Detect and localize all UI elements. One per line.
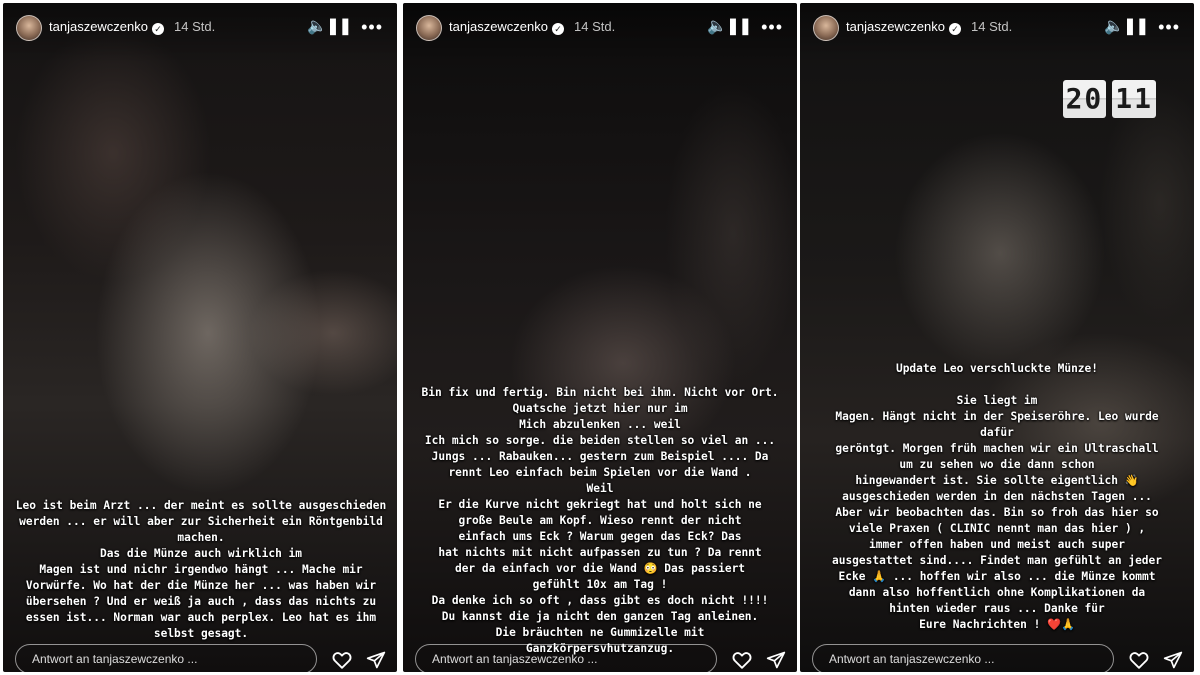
- flip-clock-sticker: 20 11: [1062, 80, 1156, 118]
- story-panel-3[interactable]: tanjaszewczenko ✓ 14 Std. 🔈 ❚❚ ••• 20 11 U…: [800, 3, 1194, 672]
- username[interactable]: tanjaszewczenko: [49, 19, 148, 34]
- sound-icon[interactable]: 🔈: [307, 17, 327, 37]
- sound-icon[interactable]: 🔈: [1104, 17, 1124, 37]
- story-user-line: tanjaszewczenko ✓ 14 Std.: [449, 19, 615, 35]
- post-time: 14 Std.: [174, 19, 216, 34]
- more-icon[interactable]: •••: [361, 17, 383, 37]
- send-icon[interactable]: [366, 650, 386, 670]
- sound-icon[interactable]: 🔈: [707, 17, 727, 37]
- story-header: tanjaszewczenko ✓ 14 Std. 🔈 ❚❚ •••: [3, 11, 397, 43]
- verified-badge-icon: ✓: [552, 23, 564, 35]
- more-icon[interactable]: •••: [1158, 17, 1180, 37]
- avatar[interactable]: [416, 15, 442, 41]
- username[interactable]: tanjaszewczenko: [449, 19, 548, 34]
- clock-hours: 20: [1062, 80, 1107, 118]
- pause-icon[interactable]: ❚❚: [1123, 17, 1149, 37]
- story-text-overlay: Bin fix und fertig. Bin nicht bei ihm. N…: [421, 386, 779, 655]
- post-time: 14 Std.: [971, 19, 1013, 34]
- avatar[interactable]: [813, 15, 839, 41]
- story-text-overlay: Update Leo verschluckte Münze! Sie liegt…: [831, 362, 1163, 631]
- reply-input[interactable]: Antwort an tanjaszewczenko ...: [15, 644, 317, 672]
- pause-icon[interactable]: ❚❚: [726, 17, 752, 37]
- username[interactable]: tanjaszewczenko: [846, 19, 945, 34]
- send-icon[interactable]: [766, 650, 786, 670]
- story-user-line: tanjaszewczenko ✓ 14 Std.: [846, 19, 1012, 35]
- story-user-line: tanjaszewczenko ✓ 14 Std.: [49, 19, 215, 35]
- story-header: tanjaszewczenko ✓ 14 Std. 🔈 ❚❚ •••: [800, 11, 1194, 43]
- story-header: tanjaszewczenko ✓ 14 Std. 🔈 ❚❚ •••: [403, 11, 797, 43]
- heart-icon[interactable]: [331, 649, 353, 671]
- heart-icon[interactable]: [1128, 649, 1150, 671]
- story-panel-2[interactable]: tanjaszewczenko ✓ 14 Std. 🔈 ❚❚ ••• Bin fix…: [403, 3, 797, 672]
- verified-badge-icon: ✓: [949, 23, 961, 35]
- post-time: 14 Std.: [574, 19, 616, 34]
- more-icon[interactable]: •••: [761, 17, 783, 37]
- clock-minutes: 11: [1112, 80, 1156, 118]
- verified-badge-icon: ✓: [152, 23, 164, 35]
- send-icon[interactable]: [1163, 650, 1183, 670]
- story-panel-1[interactable]: tanjaszewczenko ✓ 14 Std. 🔈 ❚❚ ••• Leo ist…: [3, 3, 397, 672]
- story-text-overlay: Leo ist beim Arzt ... der meint es sollt…: [15, 499, 387, 640]
- avatar[interactable]: [16, 15, 42, 41]
- reply-input[interactable]: Antwort an tanjaszewczenko ...: [812, 644, 1114, 672]
- reply-input[interactable]: Antwort an tanjaszewczenko ...: [415, 644, 717, 672]
- pause-icon[interactable]: ❚❚: [326, 17, 352, 37]
- heart-icon[interactable]: [731, 649, 753, 671]
